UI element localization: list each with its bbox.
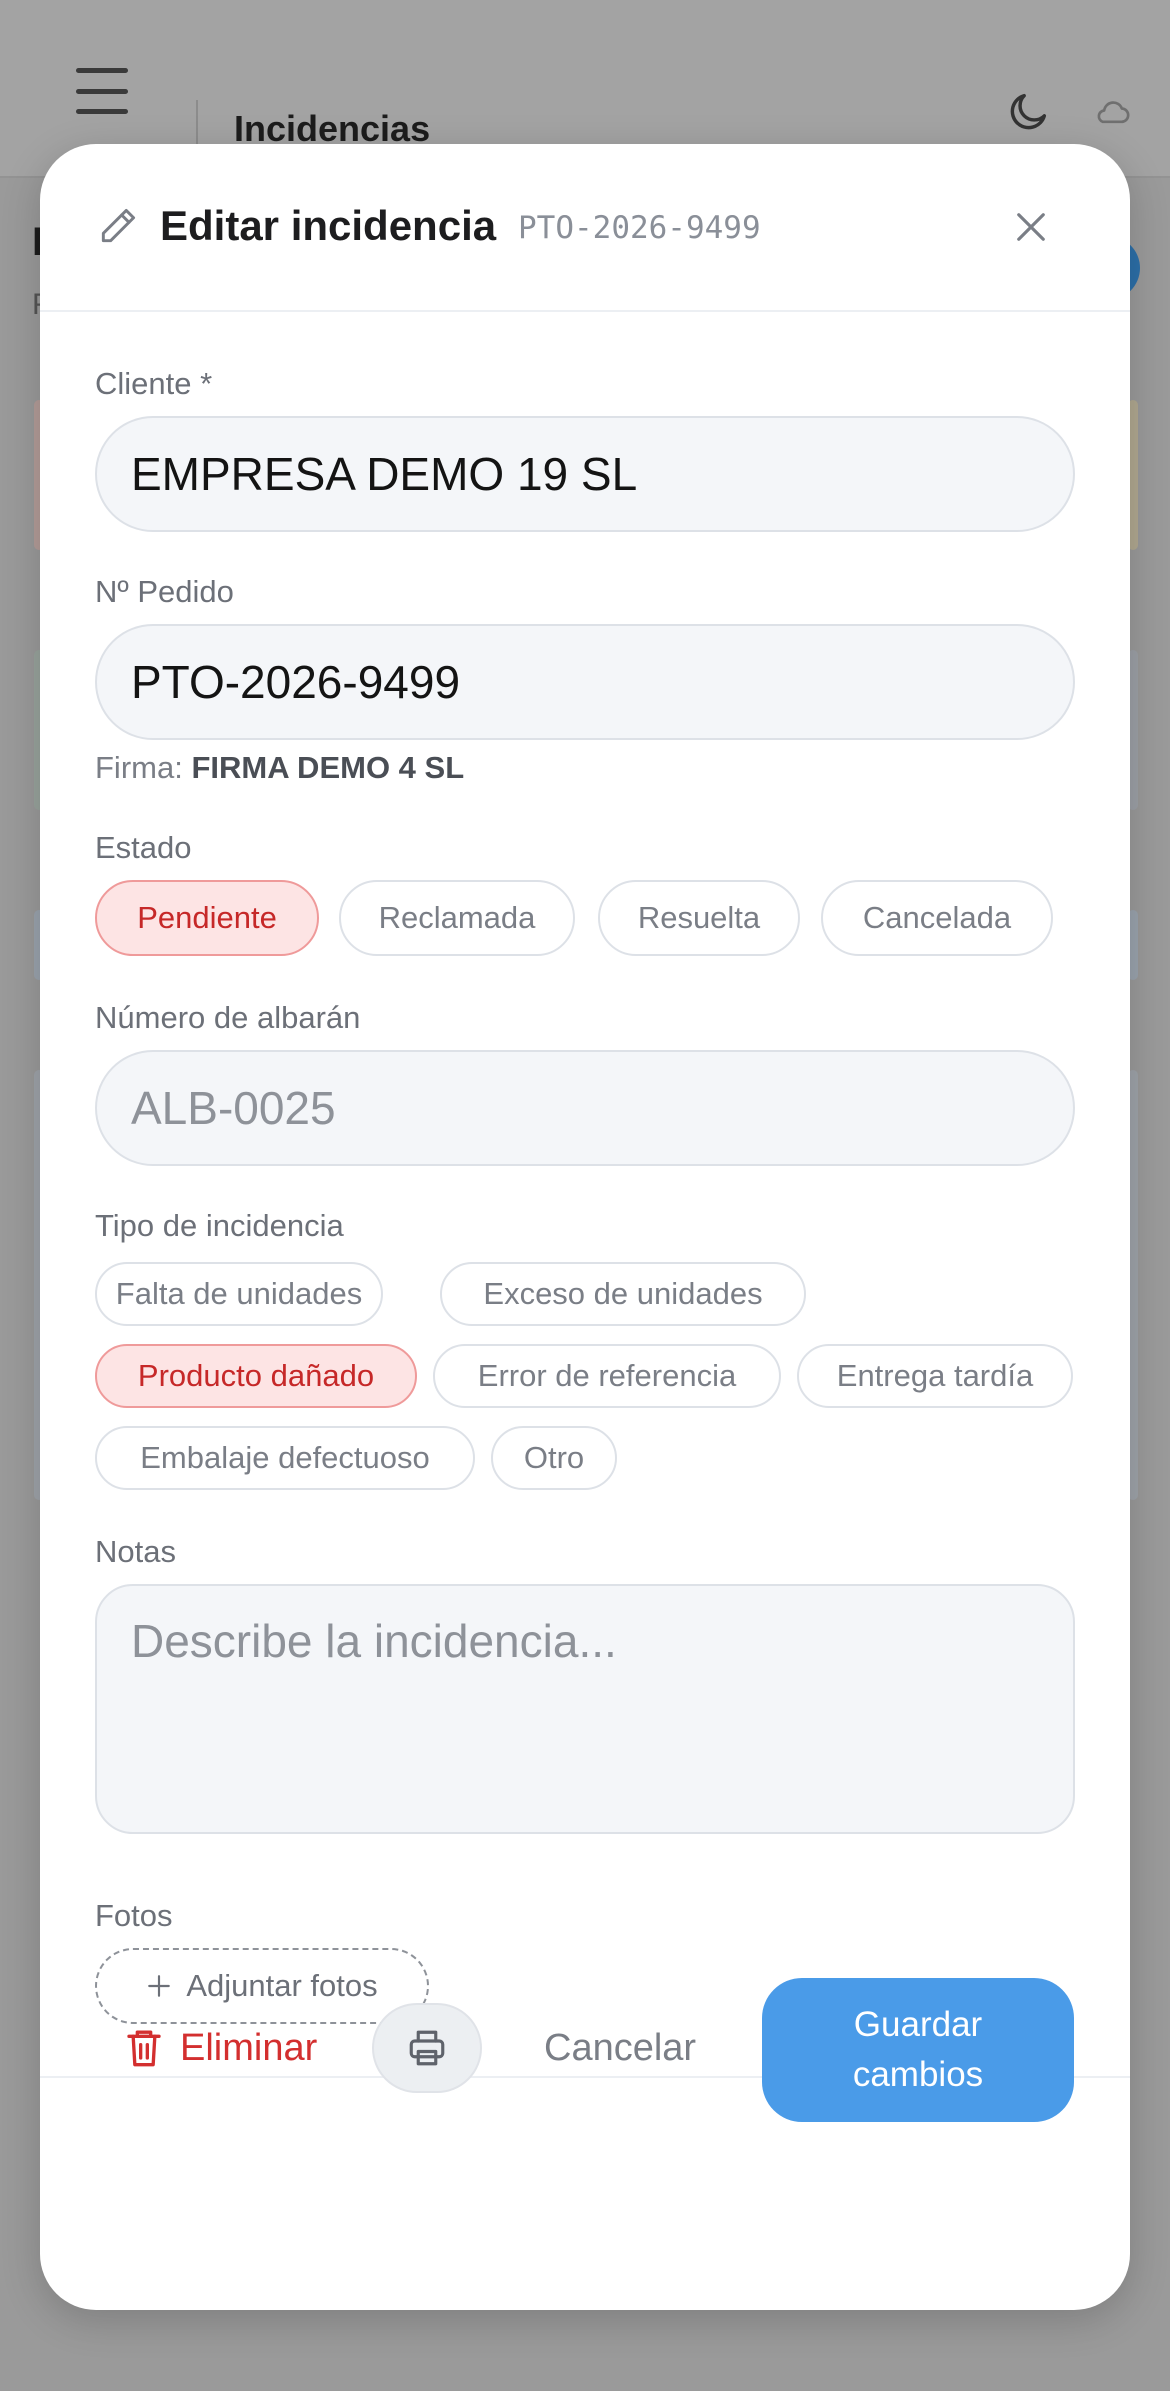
pencil-icon [101, 208, 136, 243]
attach-photos-label: Adjuntar fotos [186, 1968, 378, 2003]
firma-value: FIRMA DEMO 4 SL [191, 750, 465, 785]
estado-chip-resuelta[interactable]: Resuelta [598, 880, 800, 956]
albaran-input[interactable]: ALB-0025 [95, 1050, 1075, 1166]
moon-icon[interactable] [1006, 88, 1052, 134]
incident-code: PTO-2026-9499 [518, 210, 761, 246]
edit-incident-dialog: Editar incidencia PTO-2026-9499 Cliente … [40, 144, 1130, 2310]
estado-chip-cancelada[interactable]: Cancelada [821, 880, 1053, 956]
plus-icon [148, 1975, 171, 1997]
estado-chip-pendiente[interactable]: Pendiente [95, 880, 319, 956]
cloud-icon [1097, 101, 1130, 124]
tipo-chip-producto-danado[interactable]: Producto dañado [95, 1344, 417, 1408]
tipo-chip-embalaje-defectuoso[interactable]: Embalaje defectuoso [95, 1426, 475, 1490]
delete-label: Eliminar [180, 2026, 318, 2069]
tipo-chip-otro[interactable]: Otro [491, 1426, 617, 1490]
firma-label: Firma: [95, 750, 183, 785]
estado-label: Estado [95, 830, 192, 865]
estado-chip-reclamada[interactable]: Reclamada [339, 880, 575, 956]
tipo-chip-entrega-tardia[interactable]: Entrega tardía [797, 1344, 1073, 1408]
pedido-input[interactable]: PTO-2026-9499 [95, 624, 1075, 740]
notas-label: Notas [95, 1534, 176, 1569]
tipo-label: Tipo de incidencia [95, 1208, 344, 1243]
dialog-header: Editar incidencia PTO-2026-9499 [40, 144, 1130, 312]
dialog-title: Editar incidencia [160, 202, 497, 249]
notas-textarea[interactable]: Describe la incidencia... [95, 1584, 1075, 1834]
trash-icon [127, 2030, 161, 2067]
cancel-button[interactable]: Cancelar [544, 2018, 696, 2078]
tipo-chip-error-referencia[interactable]: Error de referencia [433, 1344, 781, 1408]
albaran-label: Número de albarán [95, 1000, 361, 1035]
tipo-chip-exceso-unidades[interactable]: Exceso de unidades [440, 1262, 806, 1326]
attach-photos-button[interactable]: Adjuntar fotos [95, 1948, 429, 2024]
cliente-label: Cliente * [95, 366, 213, 401]
delete-button[interactable]: Eliminar [124, 2018, 317, 2078]
tipo-chip-falta-unidades[interactable]: Falta de unidades [95, 1262, 383, 1326]
hamburger-icon[interactable] [76, 68, 128, 114]
close-icon[interactable] [1010, 206, 1052, 248]
fotos-label: Fotos [95, 1898, 173, 1933]
firma-info: Firma: FIRMA DEMO 4 SL [95, 750, 464, 786]
printer-icon [409, 2030, 445, 2066]
print-button[interactable] [372, 2003, 482, 2093]
save-changes-button[interactable]: Guardar cambios [762, 1978, 1074, 2122]
pedido-label: Nº Pedido [95, 574, 234, 609]
cliente-input[interactable]: EMPRESA DEMO 19 SL [95, 416, 1075, 532]
